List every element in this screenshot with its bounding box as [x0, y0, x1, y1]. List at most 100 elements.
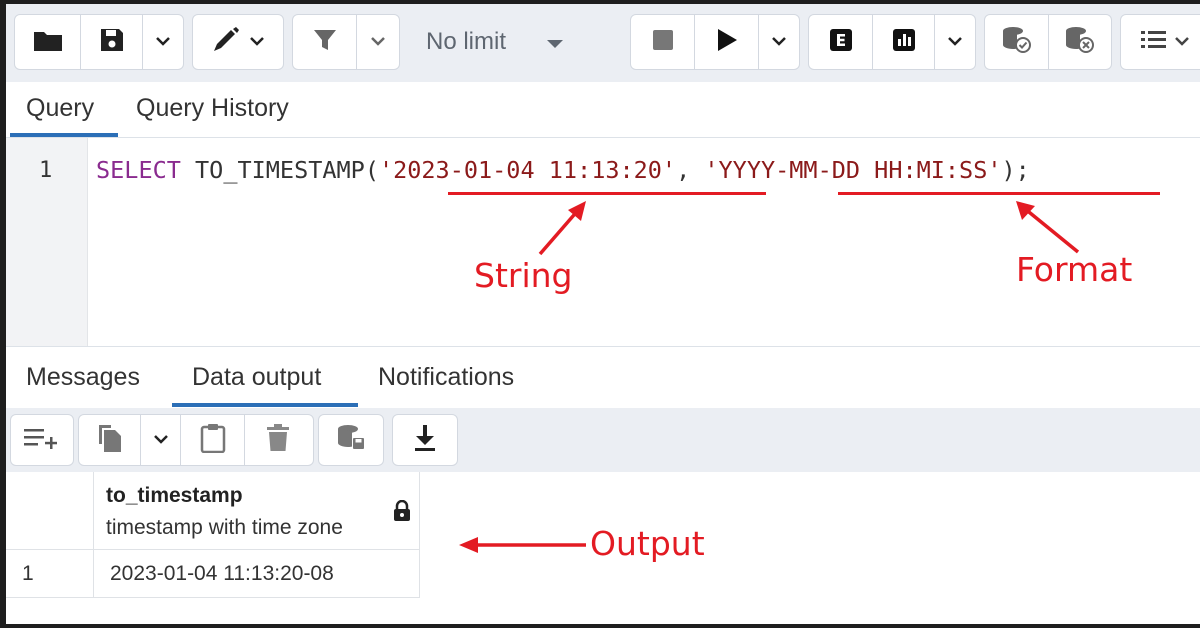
data-output-toolbar: [6, 408, 1200, 472]
sql-separator: ,: [676, 156, 705, 184]
commit-icon: [1001, 26, 1033, 59]
sql-editor[interactable]: 1 SELECT TO_TIMESTAMP('2023-01-04 11:13:…: [6, 138, 1200, 346]
download-button[interactable]: [393, 415, 457, 465]
download-group: [392, 414, 458, 466]
save-data-icon: [336, 424, 366, 457]
chevron-down-icon: [249, 33, 265, 51]
format-arrow-icon: [1016, 201, 1080, 254]
active-tab-indicator: [10, 133, 118, 137]
row-limit-select[interactable]: No limit: [406, 14, 620, 70]
chevron-down-icon: [370, 33, 386, 51]
format-annotation: Format: [1016, 250, 1133, 289]
folder-icon: [33, 28, 63, 57]
line-number: 1: [39, 158, 53, 183]
rollback-button[interactable]: [1049, 15, 1111, 69]
save-button[interactable]: [81, 15, 143, 69]
transaction-button-group: [984, 14, 1112, 70]
open-file-button[interactable]: [15, 15, 81, 69]
tab-query-history[interactable]: Query History: [136, 94, 289, 123]
explain-options-dropdown[interactable]: [935, 15, 975, 69]
chevron-down-icon: [771, 33, 787, 51]
tab-data-output[interactable]: Data output: [192, 363, 321, 392]
column-type: timestamp with time zone: [106, 516, 343, 539]
save-data-button[interactable]: [319, 415, 383, 465]
add-row-group: [10, 414, 74, 466]
row-number-header[interactable]: [6, 472, 94, 550]
query-toolbar: No limit: [6, 4, 1200, 82]
paste-icon: [200, 423, 226, 458]
string-underline: [448, 192, 766, 195]
chevron-down-icon: [155, 33, 171, 51]
active-result-tab-indicator: [172, 403, 358, 407]
explain-button-group: [808, 14, 976, 70]
edit-pen-icon: [211, 26, 241, 59]
execute-options-dropdown[interactable]: [759, 15, 799, 69]
tab-notifications[interactable]: Notifications: [378, 363, 514, 392]
table-cell[interactable]: 2023-01-04 11:13:20-08: [94, 550, 420, 598]
rollback-icon: [1064, 26, 1096, 59]
execute-button-group: [630, 14, 800, 70]
stop-button[interactable]: [631, 15, 695, 69]
edit-button-group: [192, 14, 284, 70]
string-annotation: String: [474, 256, 573, 295]
filter-options-dropdown[interactable]: [357, 15, 399, 69]
output-arrow-icon: [459, 537, 586, 553]
add-row-icon: [23, 425, 61, 456]
data-output-grid: to_timestamp timestamp with time zone 1 …: [6, 472, 1200, 624]
chevron-down-icon: [153, 431, 169, 449]
query-tabs: Query Query History: [6, 82, 1200, 138]
explain-icon: [829, 28, 853, 57]
sql-keyword: SELECT: [96, 156, 181, 184]
pgadmin-query-tool: No limit Query Query History 1 SELECT TO…: [6, 4, 1200, 624]
edit-dropdown-button[interactable]: [193, 15, 283, 69]
sql-format-argument: 'YYYY-MM-DD HH:MI:SS': [704, 156, 1002, 184]
sql-function: TO_TIMESTAMP(: [180, 156, 379, 184]
trash-icon: [266, 423, 290, 457]
explain-button[interactable]: [809, 15, 873, 69]
filter-button[interactable]: [293, 15, 357, 69]
string-arrow-icon: [538, 201, 586, 256]
save-icon: [99, 27, 125, 58]
chevron-down-icon: [947, 33, 963, 51]
copy-icon: [96, 423, 124, 458]
save-data-group: [318, 414, 384, 466]
download-icon: [413, 424, 437, 457]
lock-icon: [393, 499, 411, 527]
format-underline: [838, 192, 1160, 195]
output-annotation: Output: [590, 524, 705, 563]
row-limit-value[interactable]: No limit: [406, 14, 564, 70]
paste-button[interactable]: [181, 415, 245, 465]
stop-icon: [652, 29, 674, 56]
filter-icon: [313, 28, 337, 57]
execute-button[interactable]: [695, 15, 759, 69]
sql-statement-end: );: [1001, 156, 1030, 184]
column-header[interactable]: to_timestamp timestamp with time zone: [94, 472, 420, 550]
delete-button[interactable]: [245, 415, 311, 465]
commit-button[interactable]: [985, 15, 1049, 69]
play-icon: [716, 28, 738, 57]
save-options-dropdown[interactable]: [143, 15, 183, 69]
filter-button-group: [292, 14, 400, 70]
sql-code-line[interactable]: SELECT TO_TIMESTAMP('2023-01-04 11:13:20…: [96, 156, 1030, 184]
tab-messages[interactable]: Messages: [26, 363, 140, 392]
macros-button-group: [1120, 14, 1200, 70]
copy-button[interactable]: [79, 415, 141, 465]
macros-dropdown-button[interactable]: [1121, 15, 1200, 69]
table-row-number[interactable]: 1: [6, 550, 94, 598]
explain-analyze-button[interactable]: [873, 15, 935, 69]
row-limit-label: No limit: [426, 28, 507, 55]
column-name: to_timestamp: [106, 484, 243, 507]
chevron-down-icon: [1174, 33, 1190, 51]
macros-icon: [1140, 28, 1168, 57]
add-row-button[interactable]: [11, 415, 73, 465]
clipboard-group: [78, 414, 314, 466]
sql-string-argument: '2023-01-04 11:13:20': [378, 156, 677, 184]
caret-down-icon: [546, 28, 564, 56]
file-button-group: [14, 14, 184, 70]
copy-options-dropdown[interactable]: [141, 415, 181, 465]
tab-query[interactable]: Query: [26, 94, 94, 123]
cell-value: 2023-01-04 11:13:20-08: [110, 562, 334, 585]
explain-analyze-icon: [892, 28, 916, 57]
line-number-gutter: 1: [6, 138, 88, 346]
row-number: 1: [22, 562, 34, 585]
